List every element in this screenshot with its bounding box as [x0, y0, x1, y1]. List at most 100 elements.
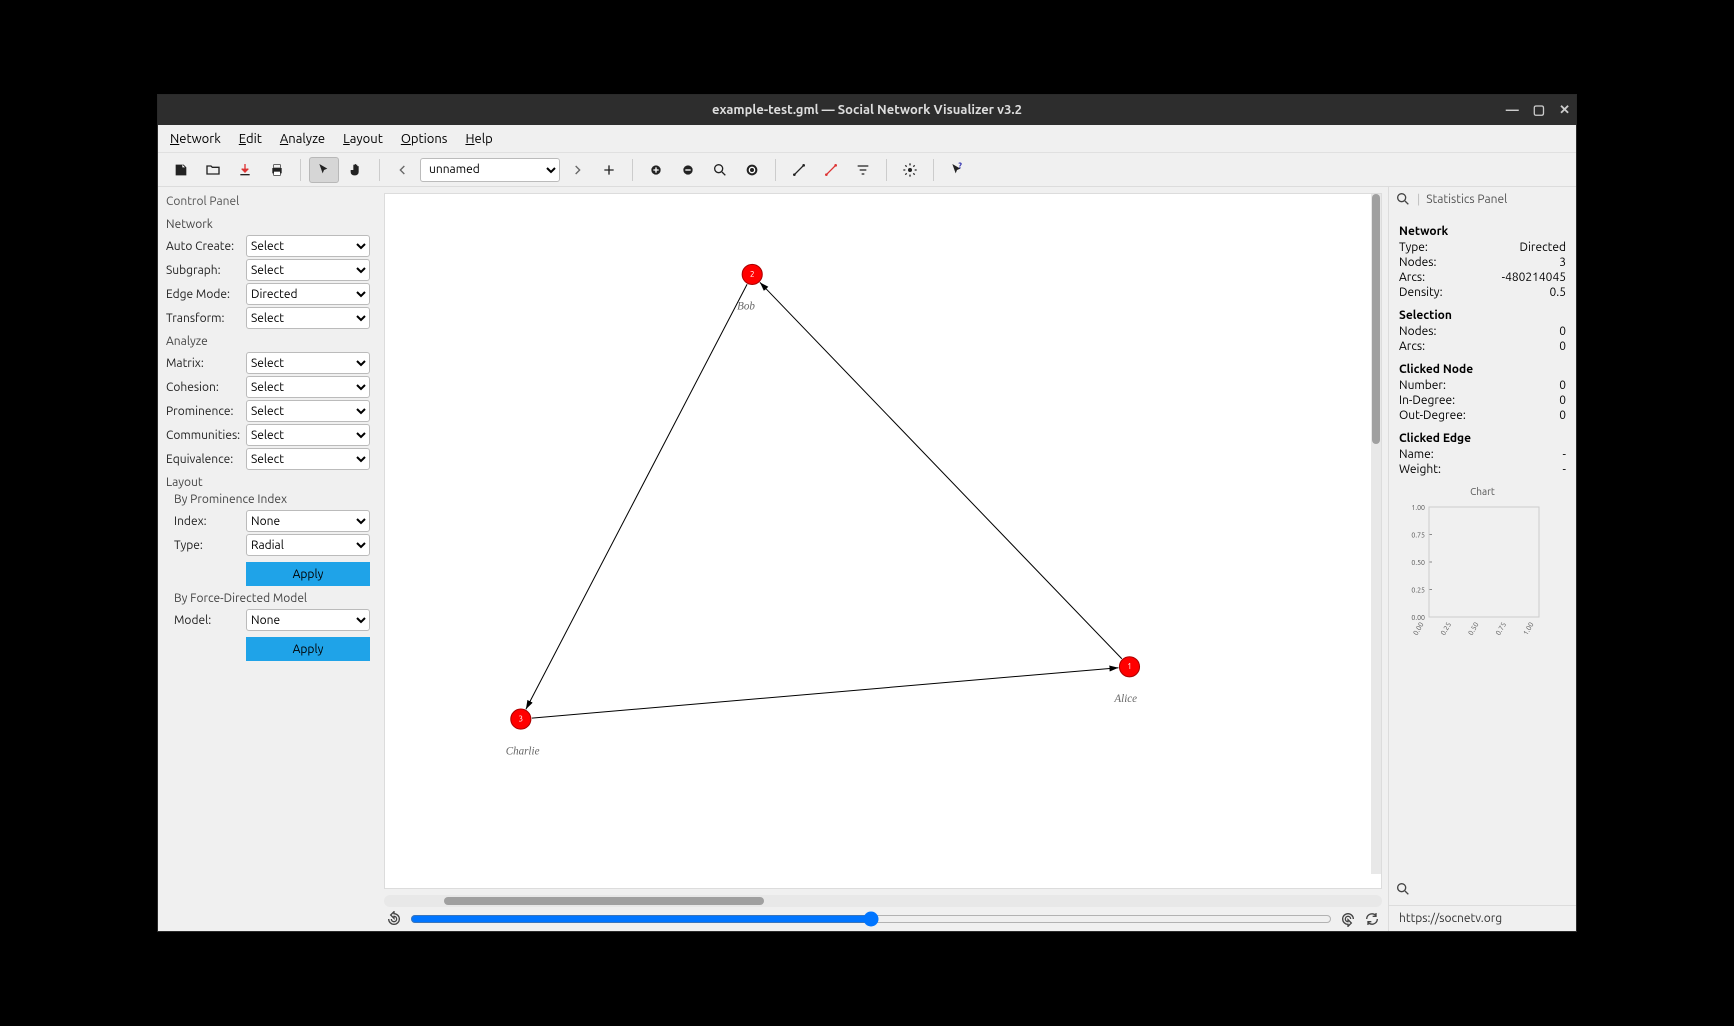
stat-nodes: 3 — [1559, 256, 1566, 269]
type-label: Type: — [174, 539, 246, 552]
layout-group-title: Layout — [166, 476, 370, 489]
svg-text:0.00: 0.00 — [1412, 621, 1426, 637]
stat-cn-in: 0 — [1559, 394, 1566, 407]
by-force-title: By Force-Directed Model — [174, 592, 370, 605]
model-label: Model: — [174, 614, 246, 627]
stat-ce-name: - — [1563, 448, 1566, 461]
menu-help[interactable]: Help — [465, 132, 492, 146]
remove-node-button[interactable] — [673, 157, 703, 183]
rotate-left-icon[interactable] — [386, 911, 402, 927]
auto-create-select[interactable]: Select — [246, 235, 370, 257]
matrix-label: Matrix: — [166, 357, 246, 370]
stat-ce-weight: - — [1563, 463, 1566, 476]
index-label: Index: — [174, 515, 246, 528]
print-button[interactable] — [262, 157, 292, 183]
svg-text:0.50: 0.50 — [1467, 621, 1481, 637]
zoom-in-icon[interactable] — [1395, 191, 1411, 207]
network-group-title: Network — [166, 218, 370, 231]
toolbar: unnamed ? — [158, 153, 1576, 187]
type-select[interactable]: Radial — [246, 534, 370, 556]
maximize-button[interactable]: ▢ — [1533, 103, 1545, 118]
graph-node-label: Bob — [737, 301, 755, 313]
close-button[interactable]: ✕ — [1559, 103, 1570, 118]
stat-cn-num: 0 — [1559, 379, 1566, 392]
apply-prominence-button[interactable]: Apply — [246, 562, 370, 586]
window-title: example-test.gml — Social Network Visual… — [712, 103, 1022, 117]
menubar: Network Edit Analyze Layout Options Help — [158, 125, 1576, 153]
stats-mini-chart: Chart 0.000.250.500.751.000.000.250.500.… — [1399, 486, 1566, 640]
index-select[interactable]: None — [246, 510, 370, 532]
cohesion-select[interactable]: Select — [246, 376, 370, 398]
analyze-group-title: Analyze — [166, 335, 370, 348]
stats-clicked-node-title: Clicked Node — [1399, 363, 1566, 376]
svg-text:1.00: 1.00 — [1411, 504, 1425, 512]
auto-create-label: Auto Create: — [166, 240, 246, 253]
menu-edit[interactable]: Edit — [239, 132, 262, 146]
menu-layout[interactable]: Layout — [343, 132, 383, 146]
svg-text:1: 1 — [1127, 662, 1132, 671]
transform-select[interactable]: Select — [246, 307, 370, 329]
edge-mode-select[interactable]: Directed — [246, 283, 370, 305]
filter-button[interactable] — [848, 157, 878, 183]
svg-text:?: ? — [958, 162, 962, 171]
pointer-tool-button[interactable] — [309, 157, 339, 183]
settings-button[interactable] — [895, 157, 925, 183]
equivalence-select[interactable]: Select — [246, 448, 370, 470]
add-relation-button[interactable] — [594, 157, 624, 183]
by-prominence-title: By Prominence Index — [174, 493, 370, 506]
statistics-panel: | Statistics Panel Network Type:Directed… — [1388, 187, 1576, 931]
matrix-select[interactable]: Select — [246, 352, 370, 374]
svg-text:0.25: 0.25 — [1411, 587, 1425, 595]
communities-label: Communities: — [166, 429, 246, 442]
find-node-button[interactable] — [705, 157, 735, 183]
zoom-slider[interactable] — [410, 911, 1332, 927]
svg-text:0.75: 0.75 — [1494, 621, 1508, 637]
open-file-button[interactable] — [198, 157, 228, 183]
apply-force-button[interactable]: Apply — [246, 637, 370, 661]
stats-clicked-edge-title: Clicked Edge — [1399, 432, 1566, 445]
menu-options[interactable]: Options — [401, 132, 448, 146]
graph-canvas[interactable]: 1Alice2Bob3Charlie — [384, 193, 1382, 889]
communities-select[interactable]: Select — [246, 424, 370, 446]
edge-mode-label: Edge Mode: — [166, 288, 246, 301]
refresh-icon[interactable] — [1364, 911, 1380, 927]
hand-tool-button[interactable] — [341, 157, 371, 183]
canvas-horizontal-scrollbar[interactable] — [384, 895, 1382, 907]
svg-text:0.75: 0.75 — [1411, 532, 1425, 540]
stats-network-title: Network — [1399, 225, 1566, 238]
zoom-out-icon[interactable] — [1395, 881, 1411, 897]
node-properties-button[interactable] — [737, 157, 767, 183]
new-file-button[interactable] — [166, 157, 196, 183]
control-panel-title: Control Panel — [166, 191, 370, 212]
transform-label: Transform: — [166, 312, 246, 325]
graph-edge[interactable] — [526, 284, 747, 709]
graph-edge[interactable] — [532, 668, 1119, 718]
svg-text:0.50: 0.50 — [1411, 559, 1425, 567]
relation-combo[interactable]: unnamed — [420, 158, 560, 182]
graph-edge[interactable] — [760, 282, 1122, 658]
add-edge-button[interactable] — [784, 157, 814, 183]
add-node-button[interactable] — [641, 157, 671, 183]
next-relation-button[interactable] — [562, 157, 592, 183]
graph-node-label: Alice — [1113, 693, 1137, 705]
prev-relation-button[interactable] — [388, 157, 418, 183]
save-file-button[interactable] — [230, 157, 260, 183]
menu-network[interactable]: Network — [170, 132, 221, 146]
stat-sel-nodes: 0 — [1559, 325, 1566, 338]
footer-url: https://socnetv.org — [1399, 912, 1502, 925]
canvas-vertical-scrollbar[interactable] — [1371, 194, 1381, 874]
whats-this-button[interactable]: ? — [942, 157, 972, 183]
menu-analyze[interactable]: Analyze — [280, 132, 325, 146]
minimize-button[interactable]: — — [1506, 103, 1519, 118]
statistics-panel-title: Statistics Panel — [1426, 193, 1507, 206]
subgraph-label: Subgraph: — [166, 264, 246, 277]
rotate-right-icon[interactable] — [1340, 911, 1356, 927]
titlebar: example-test.gml — Social Network Visual… — [158, 95, 1576, 125]
remove-edge-button[interactable] — [816, 157, 846, 183]
subgraph-select[interactable]: Select — [246, 259, 370, 281]
control-panel: Control Panel Network Auto Create:Select… — [158, 187, 378, 931]
stat-arcs: -480214045 — [1502, 271, 1566, 284]
prominence-select[interactable]: Select — [246, 400, 370, 422]
stat-cn-out: 0 — [1559, 409, 1566, 422]
model-select[interactable]: None — [246, 609, 370, 631]
